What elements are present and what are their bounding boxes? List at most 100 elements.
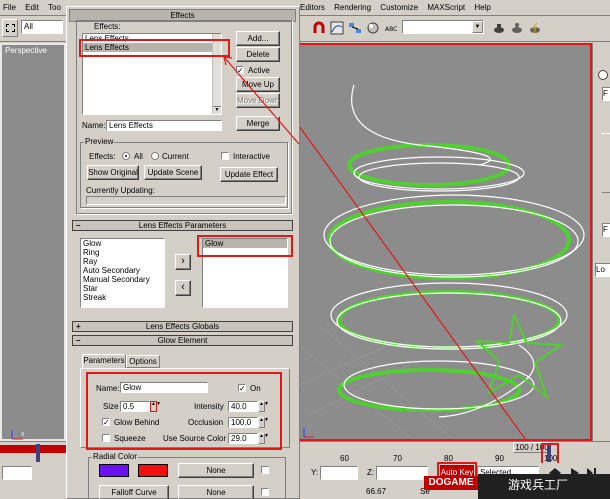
use-source-color-field[interactable]: 29.0	[228, 433, 258, 444]
radial-color-swatch-1[interactable]	[99, 464, 129, 477]
falloff-map-checkbox[interactable]	[261, 488, 269, 496]
available-item[interactable]: Ring	[81, 248, 164, 257]
move-up-button[interactable]: Move Up	[236, 77, 280, 92]
material-editor-icon[interactable]	[366, 21, 380, 35]
add-button[interactable]: Add...	[236, 31, 280, 46]
squeeze-label: Squeeze	[114, 434, 146, 443]
glow-element-rollout-bar[interactable]: – Glow Element	[72, 335, 293, 346]
glow-name-label: Name:	[96, 384, 120, 393]
perspective-viewport[interactable]	[299, 43, 592, 441]
available-item[interactable]: Glow	[81, 239, 164, 248]
all-label: All	[134, 152, 143, 161]
glow-behind-label: Glow Behind	[114, 418, 160, 427]
intensity-label: Intensity	[194, 402, 224, 411]
key-marker-icon	[36, 444, 40, 462]
available-item[interactable]: Streak	[81, 293, 164, 302]
size-field[interactable]: 0.5	[120, 401, 150, 412]
menu-edit[interactable]: Edit	[25, 3, 39, 12]
show-original-button[interactable]: Show Original	[87, 165, 139, 180]
glow-behind-checkbox[interactable]: ✓	[102, 418, 110, 427]
occlusion-label: Occlusion	[188, 418, 224, 427]
menu-customize[interactable]: Customize	[380, 3, 418, 12]
abc-icon[interactable]: ABC	[384, 21, 398, 35]
available-effects-list[interactable]: Glow Ring Ray Auto Secondary Manual Seco…	[80, 238, 165, 308]
render-icon[interactable]	[510, 21, 524, 35]
curve-editor-icon[interactable]	[330, 21, 344, 35]
selection-filter-dropdown[interactable]: All	[21, 20, 63, 34]
ruler-tick-60: 60	[340, 454, 349, 463]
collapse-sign-icon: –	[76, 221, 81, 230]
menu-maxscript[interactable]: MAXScript	[427, 3, 465, 12]
effects-list-highlight	[79, 39, 230, 57]
menu-file[interactable]: File	[3, 3, 16, 12]
menu-tools[interactable]: Too	[48, 3, 61, 12]
intensity-field[interactable]: 40.0	[228, 401, 258, 412]
coord-z-field[interactable]	[376, 466, 428, 480]
effect-name-field[interactable]: Lens Effects	[106, 120, 222, 131]
add-to-active-button[interactable]: ›	[175, 254, 191, 270]
menu-rendering[interactable]: Rendering	[334, 3, 371, 12]
lens-globals-rollout-bar[interactable]: + Lens Effects Globals	[72, 321, 293, 332]
magnet-icon[interactable]	[312, 21, 326, 35]
tab-parameters[interactable]: Parameters	[82, 354, 126, 368]
radial-map-checkbox[interactable]	[261, 466, 269, 474]
schematic-icon[interactable]	[348, 21, 362, 35]
teapot-icon[interactable]	[492, 21, 506, 35]
preview-title: Preview	[84, 137, 115, 146]
update-scene-button[interactable]: Update Scene	[144, 165, 202, 180]
ruler-tick-90: 90	[495, 454, 504, 463]
available-item[interactable]: Auto Secondary	[81, 266, 164, 275]
watermark-logo: DOGAME	[424, 476, 478, 490]
delete-button[interactable]: Delete	[236, 47, 280, 62]
available-item[interactable]: Star	[81, 284, 164, 293]
radial-map-none-button[interactable]: None	[178, 463, 254, 478]
active-checkbox[interactable]: ✓	[236, 66, 244, 75]
currently-updating-label: Currently Updating:	[86, 186, 155, 195]
expand-sign-icon: +	[76, 322, 81, 331]
select-region-icon[interactable]	[2, 19, 18, 37]
panel-icon[interactable]	[598, 70, 608, 80]
status-left-box	[2, 466, 32, 480]
occlusion-spinner-icon[interactable]: ▲▼	[258, 417, 269, 428]
coord-y-label: Y:	[311, 468, 319, 477]
use-source-color-label: Use Source Color	[163, 434, 227, 443]
svg-text:X: X	[21, 432, 25, 438]
named-selection-dropdown[interactable]: ▼	[402, 20, 484, 34]
falloff-map-none-button[interactable]: None	[178, 485, 254, 499]
coord-value: 66.67	[366, 487, 387, 496]
use-source-color-spinner-icon[interactable]: ▲▼	[258, 433, 269, 444]
glow-name-field[interactable]: Glow	[120, 382, 208, 393]
active-label: Active	[248, 66, 270, 75]
all-radio[interactable]	[122, 152, 130, 160]
command-panel: F F Lo	[592, 43, 610, 441]
occlusion-field[interactable]: 100.0	[228, 417, 258, 428]
preview-effects-label: Effects:	[89, 152, 116, 161]
left-viewport[interactable]: Perspective X	[0, 43, 66, 441]
available-item[interactable]: Ray	[81, 257, 164, 266]
intensity-spinner-icon[interactable]: ▲▼	[258, 401, 269, 412]
panel-lo-field[interactable]: Lo	[595, 263, 610, 277]
interactive-checkbox[interactable]	[221, 152, 229, 160]
merge-button[interactable]: Merge	[236, 116, 280, 131]
size-spinner-icon[interactable]: ▲▼	[150, 401, 161, 412]
tab-options[interactable]: Options	[126, 355, 160, 368]
menubar-right: Editors Rendering Customize MAXScript He…	[300, 0, 498, 15]
radial-color-swatch-2[interactable]	[138, 464, 168, 477]
update-effect-button[interactable]: Update Effect	[220, 167, 278, 182]
current-radio[interactable]	[151, 152, 159, 160]
available-item[interactable]: Manual Secondary	[81, 275, 164, 284]
lens-params-rollout-bar[interactable]: – Lens Effects Parameters	[72, 220, 293, 231]
coord-y-field[interactable]	[320, 466, 358, 480]
remove-from-active-button[interactable]: ‹	[175, 280, 191, 296]
menu-editors[interactable]: Editors	[300, 3, 325, 12]
move-down-button[interactable]: Move Down	[236, 93, 280, 108]
menu-help[interactable]: Help	[474, 3, 490, 12]
squeeze-checkbox[interactable]	[102, 434, 110, 442]
viewport-label[interactable]: Perspective	[5, 46, 47, 55]
radial-color-label: Radial Color	[92, 452, 139, 461]
falloff-curve-button[interactable]: Falloff Curve	[99, 485, 169, 499]
panel-field-2[interactable]: F	[602, 223, 610, 237]
quick-render-icon[interactable]	[528, 21, 542, 35]
on-checkbox[interactable]: ✓	[238, 384, 246, 393]
panel-field[interactable]: F	[602, 87, 610, 101]
